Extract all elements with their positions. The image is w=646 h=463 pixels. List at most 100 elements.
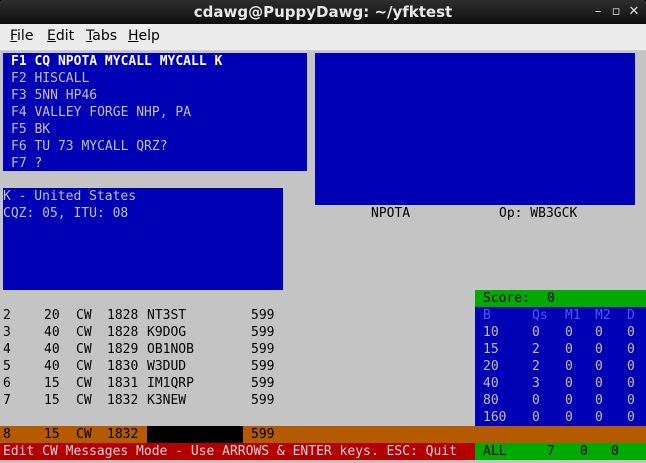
- message-f6[interactable]: F6 TU 73 MYCALL QRZ?: [11, 138, 168, 155]
- log-nr: 3: [3, 325, 11, 340]
- score-cell: 0: [595, 325, 603, 340]
- log-rst: 599: [251, 325, 275, 340]
- score-cell: 2: [532, 342, 540, 357]
- log-mode: CW: [76, 376, 92, 391]
- log-band: 40: [44, 359, 60, 374]
- log-time: 1828: [107, 325, 139, 340]
- score-cell: 0: [595, 359, 603, 374]
- log-time: 1830: [107, 359, 139, 374]
- entry-rst[interactable]: 599: [251, 426, 274, 443]
- score-value: 0: [547, 291, 555, 306]
- score-cell: 40: [483, 376, 499, 391]
- score-cell: 0: [627, 393, 635, 408]
- menu-file[interactable]: File: [10, 28, 33, 44]
- log-band: 15: [44, 376, 60, 391]
- menu-edit[interactable]: Edit: [47, 28, 74, 44]
- score-cell: 2: [532, 359, 540, 374]
- log-mode: CW: [76, 342, 92, 357]
- log-nr: 7: [3, 393, 11, 408]
- menu-label-rest: dit: [55, 28, 75, 44]
- score-total-row: ALL 7 0 0: [475, 443, 646, 460]
- log-rst: 599: [251, 393, 275, 408]
- maximize-icon[interactable]: ▫: [608, 4, 624, 20]
- score-total-cell: ALL: [483, 444, 507, 459]
- close-icon[interactable]: ✕: [626, 4, 642, 20]
- score-col-header: M2: [595, 308, 611, 323]
- country-name: K - United States: [3, 189, 137, 204]
- log-band: 20: [44, 308, 60, 323]
- message-f5[interactable]: F5 BK: [11, 121, 50, 138]
- score-header: Score: 0: [475, 290, 646, 307]
- status-text: Edit CW Messages Mode - Use ARROWS & ENT…: [3, 444, 457, 459]
- log-nr: 6: [3, 376, 11, 391]
- title-bar[interactable]: cdawg@PuppyDawg: ~/yfktest – ▫ ✕: [0, 0, 646, 24]
- score-cell: 0: [532, 393, 540, 408]
- operator-label: Op: WB3GCK: [499, 206, 578, 221]
- message-f4[interactable]: F4 VALLEY FORGE NHP, PA: [11, 104, 191, 121]
- score-cell: 20: [483, 359, 499, 374]
- score-cell: 3: [532, 376, 540, 391]
- score-cell: 0: [532, 325, 540, 340]
- menu-label-rest: ile: [17, 28, 34, 44]
- score-cell: 0: [595, 393, 603, 408]
- score-cell: 0: [565, 325, 573, 340]
- minimize-icon[interactable]: –: [590, 4, 606, 20]
- log-band: 40: [44, 342, 60, 357]
- country-panel: K - United States CQZ: 05, ITU: 08: [3, 188, 283, 290]
- score-cell: 0: [565, 376, 573, 391]
- score-cell: 0: [627, 410, 635, 425]
- score-cell: 0: [532, 410, 540, 425]
- message-f7[interactable]: F7 ?: [11, 155, 42, 172]
- score-cell: 0: [627, 342, 635, 357]
- entry-band[interactable]: 15: [44, 426, 60, 443]
- menu-label-rest: elp: [138, 28, 160, 44]
- country-zones: CQZ: 05, ITU: 08: [3, 206, 129, 221]
- log-rst: 599: [251, 342, 275, 357]
- score-cell: 0: [565, 393, 573, 408]
- entry-time[interactable]: 1832: [107, 426, 138, 443]
- score-cell: 0: [565, 410, 573, 425]
- score-col-header: B: [483, 308, 491, 323]
- score-col-header: M1: [565, 308, 581, 323]
- log-band: 40: [44, 325, 60, 340]
- message-f1[interactable]: F1 CQ NPOTA MYCALL MYCALL K: [11, 53, 222, 70]
- log-mode: CW: [76, 359, 92, 374]
- callsign-input[interactable]: [147, 426, 243, 443]
- score-cell: 0: [627, 325, 635, 340]
- score-cell: 0: [565, 342, 573, 357]
- score-cell: 160: [483, 410, 507, 425]
- log-nr: 5: [3, 359, 11, 374]
- log-call: K3NEW: [147, 393, 187, 408]
- log-rst: 599: [251, 308, 275, 323]
- message-f2[interactable]: F2 HISCALL: [11, 70, 89, 87]
- entry-mode[interactable]: CW: [76, 426, 92, 443]
- log-rst: 599: [251, 376, 275, 391]
- score-total-cell: 7: [547, 444, 555, 459]
- log-call: NT3ST: [147, 308, 187, 323]
- score-total-cell: 0: [580, 444, 588, 459]
- log-mode: CW: [76, 325, 92, 340]
- status-bar: Edit CW Messages Mode - Use ARROWS & ENT…: [0, 443, 475, 460]
- score-cell: 0: [595, 376, 603, 391]
- score-cell: 0: [595, 410, 603, 425]
- menu-tabs[interactable]: Tabs: [86, 28, 117, 44]
- log-call: W3DUD: [147, 359, 187, 374]
- score-cell: 80: [483, 393, 499, 408]
- message-f3[interactable]: F3 5NN HP46: [11, 87, 97, 104]
- menu-help[interactable]: Help: [128, 28, 160, 44]
- log-nr: 2: [3, 308, 11, 323]
- score-label: Score:: [483, 291, 530, 306]
- score-cell: 0: [627, 359, 635, 374]
- terminal-screen[interactable]: F1 CQ NPOTA MYCALL MYCALL K F2 HISCALL F…: [0, 51, 646, 463]
- score-cell: 15: [483, 342, 499, 357]
- menu-bar: File Edit Tabs Help: [0, 24, 646, 51]
- info-panel: [315, 53, 635, 205]
- log-mode: CW: [76, 308, 92, 323]
- score-cell: 0: [565, 359, 573, 374]
- entry-nr[interactable]: 8: [3, 426, 11, 443]
- contest-name: NPOTA: [371, 206, 411, 221]
- log-band: 15: [44, 393, 60, 408]
- score-cell: 0: [595, 342, 603, 357]
- log-time: 1829: [107, 342, 139, 357]
- log-call: OB1NOB: [147, 342, 194, 357]
